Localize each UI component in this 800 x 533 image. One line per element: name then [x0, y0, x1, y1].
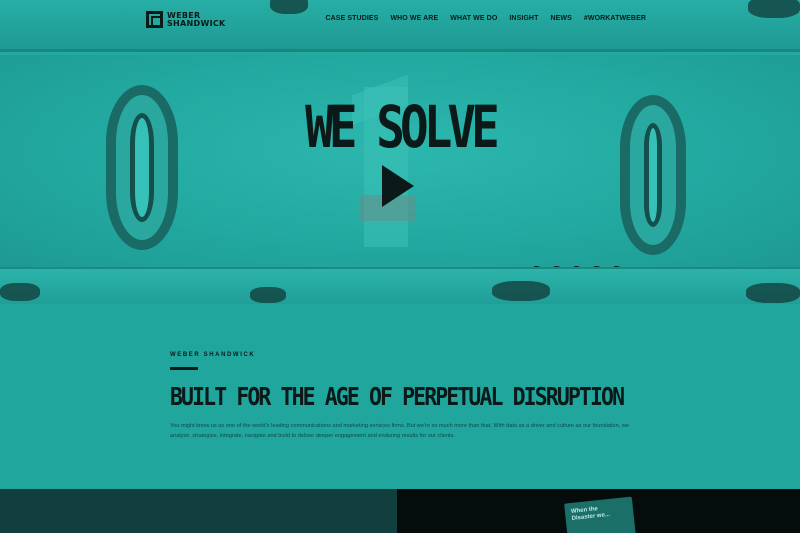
nav-insight[interactable]: INSIGHT — [509, 15, 538, 22]
shelf-decor — [270, 0, 308, 14]
intro-title: BUILT FOR THE AGE OF PERPETUAL DISRUPTIO… — [170, 382, 625, 411]
intro-eyebrow: WEBER SHANDWICK — [170, 352, 256, 358]
feature-card-text: When the Disaster we... — [571, 505, 611, 523]
shelf-decor — [250, 287, 286, 303]
logo-line-2: SHANDWICK — [167, 18, 226, 28]
play-icon[interactable] — [382, 165, 414, 207]
main-nav: CASE STUDIES WHO WE ARE WHAT WE DO INSIG… — [326, 15, 647, 22]
logo-mark-icon — [146, 11, 163, 28]
intro-section: WEBER SHANDWICK BUILT FOR THE AGE OF PER… — [0, 304, 800, 489]
nav-work-at-weber[interactable]: #WORKATWEBER — [584, 15, 646, 22]
site-logo[interactable]: WEBER SHANDWICK — [146, 11, 226, 28]
bottom-shelf-banner — [0, 267, 800, 304]
hero-section: WE SOLVE ▶ t f in ◎ — [0, 55, 800, 279]
nav-case-studies[interactable]: CASE STUDIES — [326, 15, 379, 22]
shelf-decor — [748, 0, 800, 18]
shelf-decor — [746, 283, 800, 303]
shelf-decor — [492, 281, 550, 301]
feature-panel-left[interactable] — [0, 489, 397, 533]
intro-rule — [170, 367, 198, 370]
top-shelf-banner — [0, 0, 800, 52]
nav-news[interactable]: NEWS — [550, 15, 571, 22]
intro-body: You might know us as one of the world's … — [170, 423, 629, 439]
nav-who-we-are[interactable]: WHO WE ARE — [390, 15, 438, 22]
hero-title: WE SOLVE — [305, 93, 500, 161]
nav-what-we-do[interactable]: WHAT WE DO — [450, 15, 497, 22]
feature-card[interactable]: When the Disaster we... — [564, 496, 636, 533]
logo-wordmark: WEBER SHANDWICK — [167, 11, 226, 28]
shelf-decor — [0, 283, 40, 301]
